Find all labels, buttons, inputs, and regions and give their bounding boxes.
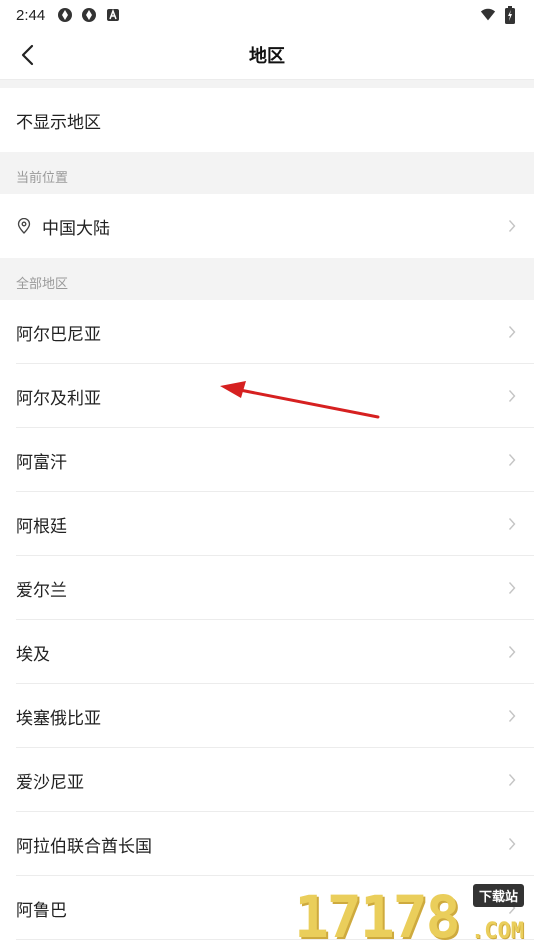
nav-bar: 地区: [0, 30, 534, 80]
a-badge-icon: [105, 7, 121, 23]
region-label: 阿拉伯联合酋长国: [16, 836, 152, 857]
watermark: 17178 下载站 .COM: [294, 884, 528, 946]
status-right: [480, 6, 518, 24]
chevron-right-icon: [506, 708, 518, 724]
watermark-number: 17178: [294, 883, 461, 950]
hide-region-option[interactable]: 不显示地区: [0, 88, 534, 152]
region-label: 爱沙尼亚: [16, 772, 84, 793]
battery-charging-icon: [502, 6, 518, 24]
chevron-right-icon: [506, 580, 518, 596]
current-location-header: 当前位置: [0, 152, 534, 194]
chevron-right-icon: [506, 516, 518, 532]
region-list-item[interactable]: 阿尔巴尼亚: [0, 300, 534, 364]
chevron-right-icon: [506, 324, 518, 340]
region-list-item[interactable]: 阿根廷: [0, 492, 534, 556]
back-button[interactable]: [14, 42, 40, 68]
region-list-item[interactable]: 阿尔及利亚: [0, 364, 534, 428]
status-left: 2:44: [16, 7, 121, 24]
region-list-item[interactable]: 爱尔兰: [0, 556, 534, 620]
chevron-right-icon: [506, 644, 518, 660]
current-location-item[interactable]: 中国大陆: [0, 194, 534, 258]
section-gap: [0, 80, 534, 88]
region-list-item[interactable]: 爱沙尼亚: [0, 748, 534, 812]
region-label: 爱尔兰: [16, 580, 67, 601]
location-pin-icon: [16, 218, 32, 234]
hide-region-label: 不显示地区: [16, 112, 101, 133]
chevron-right-icon: [506, 218, 518, 234]
page-title: 地区: [249, 45, 285, 67]
region-label: 埃及: [16, 644, 50, 665]
region-label: 阿根廷: [16, 516, 67, 537]
chevron-right-icon: [506, 452, 518, 468]
chevron-right-icon: [506, 836, 518, 852]
region-list: 阿尔巴尼亚 阿尔及利亚 阿富汗 阿根廷 爱尔兰 埃及 埃塞俄比亚 爱沙尼亚 阿拉伯联合酋长国 阿鲁…: [0, 300, 534, 940]
chevron-left-icon: [21, 44, 34, 66]
region-label: 阿尔及利亚: [16, 388, 101, 409]
region-list-item[interactable]: 阿富汗: [0, 428, 534, 492]
status-bar: 2:44: [0, 0, 534, 30]
sync-icon: [81, 7, 97, 23]
watermark-suffix: .COM: [471, 919, 524, 944]
current-location-section-title: 当前位置: [16, 171, 69, 186]
watermark-tag: 下载站: [472, 884, 524, 907]
all-regions-section-title: 全部地区: [16, 277, 69, 292]
region-list-item[interactable]: 埃及: [0, 620, 534, 684]
region-label: 阿尔巴尼亚: [16, 324, 101, 345]
all-regions-header: 全部地区: [0, 258, 534, 300]
wifi-icon: [480, 7, 496, 23]
status-time: 2:44: [16, 6, 46, 24]
region-list-item[interactable]: 阿拉伯联合酋长国: [0, 812, 534, 876]
current-location-label: 中国大陆: [42, 218, 110, 239]
chevron-right-icon: [506, 388, 518, 404]
region-label: 阿富汗: [16, 452, 67, 473]
sync-icon: [57, 7, 73, 23]
region-list-item[interactable]: 埃塞俄比亚: [0, 684, 534, 748]
chevron-right-icon: [506, 772, 518, 788]
region-label: 埃塞俄比亚: [16, 708, 101, 729]
